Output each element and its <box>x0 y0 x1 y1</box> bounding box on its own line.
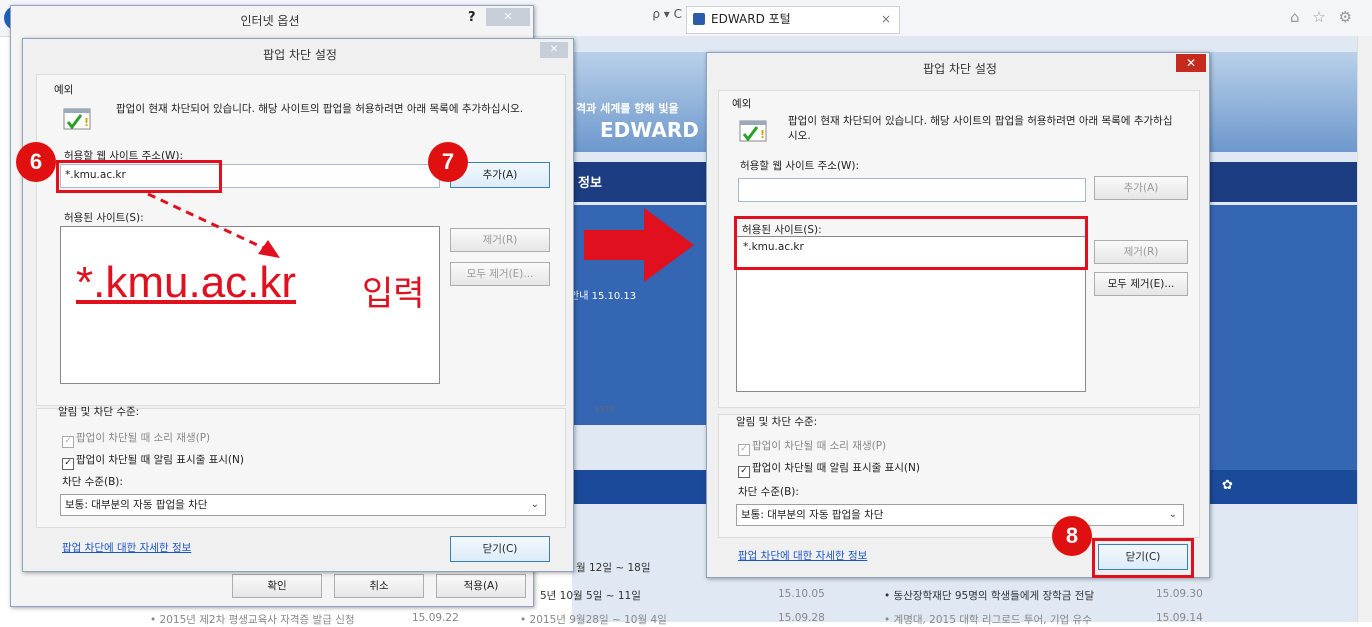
step-badge-8: 8 <box>1052 516 1092 556</box>
highlight-close-button <box>1092 538 1194 578</box>
news-item[interactable]: • 동산장학재단 95명의 학생들에게 장학금 전달 <box>884 588 1094 603</box>
block-level-select[interactable]: 보통: 대부분의 자동 팝업을 차단 ⌄ <box>736 504 1184 526</box>
address-controls[interactable]: ρ ▾ C <box>520 7 682 29</box>
news-date: 15.09.22 <box>412 612 459 624</box>
exceptions-label: 예외 <box>54 84 74 96</box>
block-level-value: 보통: 대부분의 자동 팝업을 차단 <box>741 509 884 521</box>
exceptions-label: 예외 <box>732 98 752 110</box>
news-date: 15.09.14 <box>1156 612 1203 624</box>
sound-option-label: 팝업이 차단될 때 소리 재생(P) <box>76 432 211 444</box>
site-banner-right <box>1208 52 1358 152</box>
site-content-panel-right <box>1208 205 1358 475</box>
step-badge-7: 7 <box>428 142 468 182</box>
internet-options-close-icon[interactable]: ✕ <box>486 8 530 26</box>
news-date: 15.10.05 <box>778 588 825 600</box>
dialog-title: 팝업 차단 설정 <box>923 62 997 76</box>
news-item[interactable]: • 계명대, 2015 대학 리그로드 투어, 기업 유수 <box>884 612 1092 627</box>
add-button[interactable]: 추가(A) <box>1094 176 1188 200</box>
internet-options-title: 인터넷 옵션 <box>240 14 300 28</box>
level-label: 차단 수준(B): <box>738 486 799 498</box>
block-level-select[interactable]: 보통: 대부분의 자동 팝업을 차단 ⌄ <box>60 494 546 516</box>
remove-button[interactable]: 제거(R) <box>1094 240 1188 264</box>
dashed-arrow-icon <box>147 192 280 258</box>
remove-button[interactable]: 제거(R) <box>450 228 550 252</box>
sound-option[interactable]: ✓ 팝업이 차단될 때 소리 재생(P) <box>62 430 210 448</box>
help-icon[interactable]: ? <box>468 10 476 25</box>
level-label: 차단 수준(B): <box>62 476 123 488</box>
notify-option-label: 팝업이 차단될 때 알림 표시줄 표시(N) <box>76 454 244 466</box>
site-year: 1978 <box>594 405 615 414</box>
highlight-allowed-sites <box>734 216 1088 270</box>
notify-label: 알림 및 차단 수준: <box>58 406 140 418</box>
dialog-close-icon[interactable]: ✕ <box>1176 54 1206 72</box>
sound-checkbox[interactable]: ✓ <box>738 444 750 456</box>
site-nav-item[interactable]: 정보 <box>578 172 602 191</box>
info-link[interactable]: 팝업 차단에 대한 자세한 정보 <box>738 548 867 563</box>
chevron-down-icon: ⌄ <box>530 499 539 510</box>
site-notice[interactable]: 안내 15.10.13 <box>570 287 636 302</box>
info-text: 팝업이 현재 차단되어 있습니다. 해당 사이트의 팝업을 허용하려면 아래 목… <box>116 103 524 115</box>
allowed-sites-label: 허용된 사이트(S): <box>64 212 144 224</box>
block-level-value: 보통: 대부분의 자동 팝업을 차단 <box>65 499 208 511</box>
dialog-title: 팝업 차단 설정 <box>263 48 337 62</box>
address-label: 허용할 웹 사이트 주소(W): <box>740 160 860 172</box>
chevron-down-icon: ⌄ <box>1168 509 1177 520</box>
site-section-bar <box>572 470 712 504</box>
close-button[interactable]: 닫기(C) <box>450 536 550 562</box>
site-gear-icon[interactable]: ✿ <box>1222 478 1233 493</box>
site-navbar-right <box>1208 162 1358 202</box>
notify-option-label: 팝업이 차단될 때 알림 표시줄 표시(N) <box>752 462 920 474</box>
toolbar-icons[interactable]: ⌂ ☆ ⚙ <box>1290 8 1356 26</box>
site-favicon-icon <box>693 13 705 25</box>
notify-checkbox[interactable]: ✓ <box>62 458 74 470</box>
remove-all-button[interactable]: 모두 제거(E)... <box>450 262 550 286</box>
news-item[interactable]: • 2015년 9월28일 ~ 10월 4일 <box>520 612 667 627</box>
news-item[interactable]: 월 12일 ~ 18일 <box>576 560 651 575</box>
dialog-close-icon[interactable]: ✕ <box>540 42 568 58</box>
scrollbar[interactable] <box>1357 36 1372 622</box>
news-date: 15.09.30 <box>1156 588 1203 600</box>
tab-title: EDWARD 포털 <box>711 12 791 26</box>
ok-button[interactable]: 확인 <box>232 574 322 598</box>
popup-warning-icon: ! <box>739 120 767 142</box>
info-text: 팝업이 현재 차단되어 있습니다. 해당 사이트의 팝업을 허용하려면 아래 목… <box>788 115 1173 142</box>
notify-checkbox[interactable]: ✓ <box>738 466 750 478</box>
cancel-button[interactable]: 취소 <box>334 574 424 598</box>
step-badge-6: 6 <box>16 142 56 182</box>
site-brand: EDWARD <box>600 118 699 142</box>
svg-text:!: ! <box>760 128 765 141</box>
tab-close-icon[interactable]: × <box>881 7 891 31</box>
svg-text:!: ! <box>84 116 89 129</box>
site-slogan: 격과 세계를 향해 빛을 <box>576 102 679 115</box>
red-arrow-icon <box>584 208 694 282</box>
big-input-text: 입력 <box>362 274 425 314</box>
sound-checkbox[interactable]: ✓ <box>62 436 74 448</box>
sound-option[interactable]: ✓ 팝업이 차단될 때 소리 재생(P) <box>738 438 886 456</box>
apply-button[interactable]: 적용(A) <box>436 574 526 598</box>
notify-option[interactable]: ✓ 팝업이 차단될 때 알림 표시줄 표시(N) <box>62 452 244 470</box>
news-item[interactable]: • 2015년 제2차 평생교육사 자격증 발급 신청 <box>150 612 355 627</box>
news-date: 15.09.28 <box>778 612 825 624</box>
notify-option[interactable]: ✓ 팝업이 차단될 때 알림 표시줄 표시(N) <box>738 460 920 478</box>
browser-tab[interactable]: EDWARD 포털 × <box>686 6 900 34</box>
news-item[interactable]: 5년 10월 5일 ~ 11일 <box>540 588 641 603</box>
info-link[interactable]: 팝업 차단에 대한 자세한 정보 <box>62 540 191 555</box>
notify-label: 알림 및 차단 수준: <box>736 416 818 428</box>
sound-option-label: 팝업이 차단될 때 소리 재생(P) <box>752 440 887 452</box>
address-input[interactable] <box>738 178 1086 202</box>
remove-all-button[interactable]: 모두 제거(E)... <box>1094 272 1188 296</box>
big-address-text: *.kmu.ac.kr <box>76 258 297 307</box>
popup-warning-icon: ! <box>63 108 91 130</box>
